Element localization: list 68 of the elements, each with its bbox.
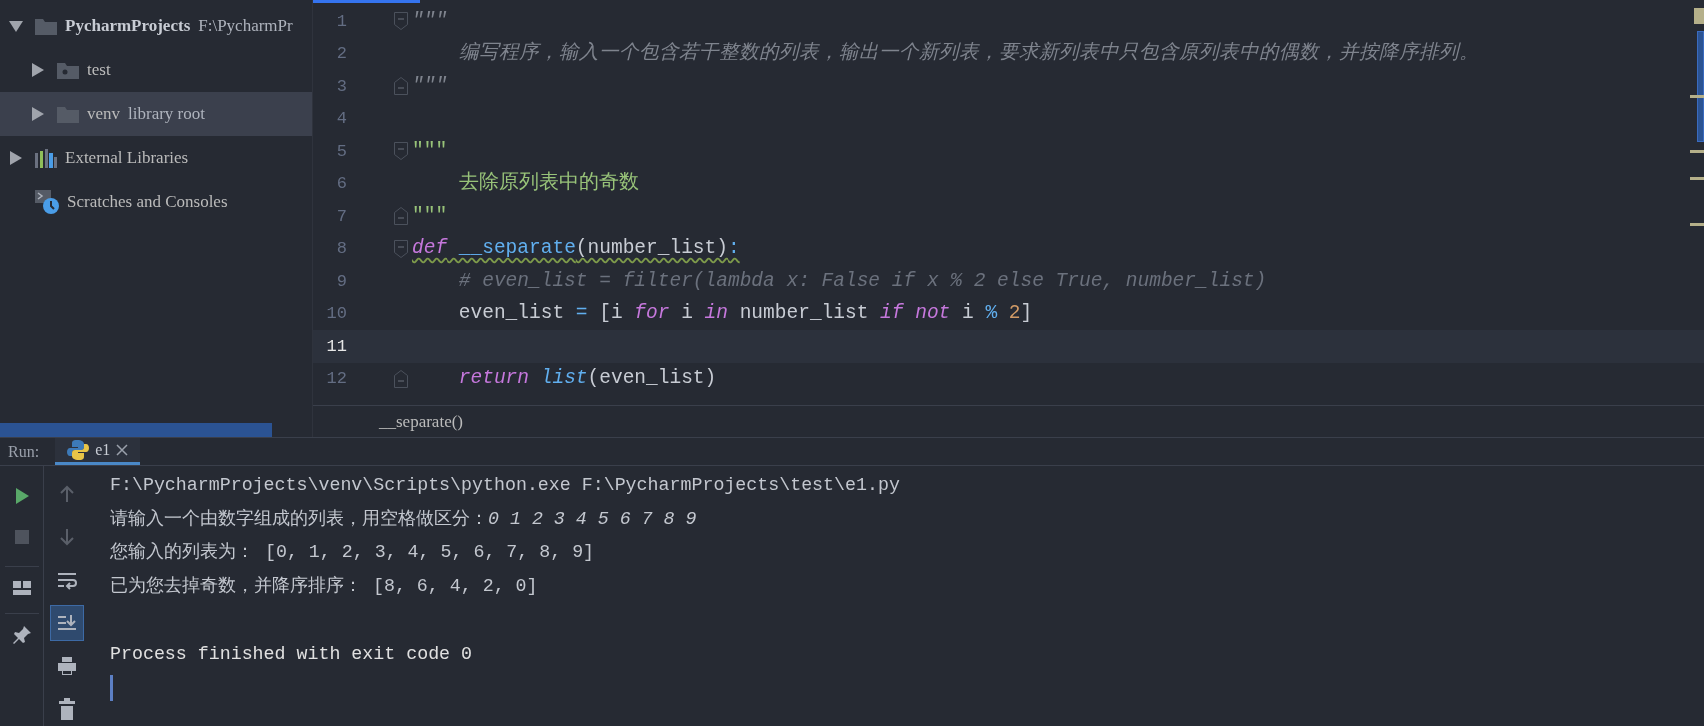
tree-item[interactable]: External Libraries (0, 136, 312, 180)
error-stripe-marker[interactable] (1690, 223, 1704, 226)
expand-arrow-icon[interactable] (9, 151, 23, 165)
item-label: venv (87, 103, 121, 126)
run-tab[interactable]: e1 (55, 438, 141, 465)
panel-title: Run: (7, 441, 41, 462)
tree-item[interactable]: PycharmProjects F:\PycharmPr (0, 4, 312, 48)
folder-icon (57, 105, 79, 123)
item-label: Scratches and Consoles (67, 191, 228, 214)
scrollbar[interactable] (0, 423, 272, 437)
expand-arrow-icon[interactable] (31, 107, 45, 121)
folder-icon (57, 61, 79, 79)
line-number: 1 (335, 10, 347, 33)
fold-icon[interactable] (394, 207, 408, 226)
console-line: 已为您去掉奇数，并降序排序： [8, 6, 4, 2, 0] (110, 575, 539, 599)
item-label: External Libraries (65, 147, 189, 170)
console-line: 请输入一个由数字组成的列表，用空格做区分：0 1 2 3 4 5 6 7 8 9 (110, 507, 698, 531)
code-line: return list(even_list) (457, 366, 717, 392)
error-stripe-marker[interactable] (1690, 150, 1704, 153)
code-line: """ (412, 138, 448, 164)
printer-icon[interactable] (56, 655, 78, 677)
text-cursor (110, 675, 113, 702)
tree-item[interactable]: test (0, 48, 312, 92)
error-stripe-marker[interactable] (1690, 95, 1704, 98)
library-icon (35, 148, 57, 168)
console-line: Process finished with exit code 0 (110, 642, 474, 666)
code-line: def __separate(number_list): (412, 236, 740, 262)
trash-icon[interactable] (56, 698, 78, 720)
line-number: 4 (335, 108, 347, 130)
line-number: 7 (335, 205, 347, 228)
line-number: 11 (325, 335, 347, 358)
fold-icon[interactable] (394, 239, 408, 258)
console-line: 您输入的列表为： [0, 1, 2, 3, 4, 5, 6, 7, 8, 9] (110, 541, 596, 565)
line-number: 6 (335, 173, 347, 195)
tree-item[interactable]: venv library root (0, 92, 312, 136)
item-detail: F:\PycharmPr (198, 15, 293, 38)
code-line: 编写程序，输入一个包含若干整数的列表，输出一个新列表，要求新列表中只包含原列表中的偶数，并按降序排列。 (457, 40, 1479, 67)
item-label: PycharmProjects (65, 15, 191, 38)
line-number: 3 (335, 75, 347, 98)
code-line: """ (412, 73, 448, 99)
line-number: 8 (335, 238, 347, 260)
fold-icon[interactable] (394, 142, 408, 161)
expand-arrow-icon[interactable] (31, 63, 45, 77)
item-detail: library root (128, 103, 205, 126)
breadcrumb[interactable]: __separate() (379, 408, 463, 435)
code-line: """ (412, 8, 448, 34)
code-line: """ (412, 203, 448, 229)
console-clock-icon (35, 190, 59, 214)
python-icon (67, 439, 90, 461)
collapse-arrow-icon[interactable] (9, 19, 23, 33)
close-icon[interactable] (116, 444, 129, 456)
code-line: 去除原列表中的奇数 (457, 170, 639, 197)
line-number: 9 (335, 270, 347, 293)
error-stripe-marker[interactable] (1690, 177, 1704, 180)
code-line: even_list = [i for i in number_list if not i % 2] (457, 301, 1033, 327)
fold-icon[interactable] (394, 12, 408, 31)
line-number: 10 (325, 303, 347, 325)
line-number: 5 (335, 140, 347, 163)
line-number: 2 (335, 43, 347, 65)
tree-item[interactable]: Scratches and Consoles (0, 180, 312, 224)
scrollbar-thumb[interactable] (1697, 31, 1704, 142)
line-number: 12 (325, 368, 347, 390)
console-line: F:\PycharmProjects\venv\Scripts\python.exe F:\PycharmProjects\test\e1.py (110, 474, 900, 497)
fold-icon[interactable] (394, 369, 408, 388)
folder-icon (35, 17, 57, 35)
fold-icon[interactable] (394, 77, 408, 96)
item-label: test (87, 59, 111, 82)
code-line: # even_list = filter(lambda x: False if x % 2 else True, number_list) (457, 268, 1267, 294)
